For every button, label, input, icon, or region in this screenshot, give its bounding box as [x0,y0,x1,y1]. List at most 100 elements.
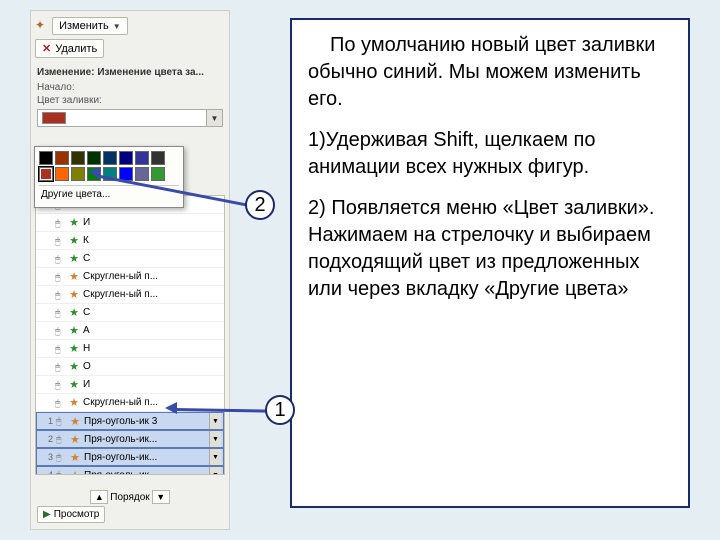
color-swatch[interactable] [151,151,165,165]
color-swatch[interactable] [119,151,133,165]
delete-button[interactable]: ✕ Удалить [35,39,104,58]
mouse-icon: 🖱 [55,254,65,264]
color-swatch[interactable] [71,167,85,181]
item-dropdown-arrow[interactable]: ▼ [209,413,221,429]
instruction-intro: По умолчанию новый цвет заливки обычно с… [308,32,672,113]
effect-type-icon: ★ [68,361,80,373]
item-label: Пря-оуголь-ик... [84,452,206,463]
effect-type-icon: ★ [68,307,80,319]
effect-type-icon: ★ [68,217,80,229]
play-label: Просмотр [54,509,100,520]
item-label: И [83,217,222,228]
animation-item[interactable]: 🖱★Скруглен-ый п... [36,268,224,286]
toolbar: ✦ Изменить ▼ ✕ Удалить [31,11,229,64]
item-label: О [83,361,222,372]
item-number: 1 [39,416,53,426]
effect-type-icon: ★ [68,379,80,391]
item-dropdown-arrow[interactable]: ▼ [209,449,221,465]
item-number: 4 [39,470,53,475]
color-swatch[interactable] [103,151,117,165]
bottom-bar: ▲ Порядок ▼ ▶ Просмотр [31,490,229,523]
item-dropdown-arrow[interactable]: ▼ [209,467,221,475]
effect-type-icon: ★ [68,235,80,247]
effect-type-icon: ★ [69,469,81,475]
item-label: А [83,325,222,336]
mouse-icon: 🖱 [56,434,66,444]
mouse-icon: 🖱 [56,452,66,462]
color-swatch[interactable] [71,151,85,165]
item-label: С [83,307,222,318]
effect-type-icon: ★ [68,253,80,265]
color-swatch[interactable] [87,151,101,165]
item-dropdown-arrow[interactable]: ▼ [209,431,221,447]
color-swatch[interactable] [55,151,69,165]
color-swatch[interactable] [39,167,53,181]
play-icon: ▶ [43,509,51,520]
animation-list: 🖱★Н🖱★И🖱★К🖱★С🖱★Скруглен-ый п...🖱★Скруглен… [35,195,225,475]
move-up-button[interactable]: ▲ [90,490,108,504]
item-label: Пря-оуголь-ик 3 [84,416,206,427]
effect-type-icon: ★ [68,343,80,355]
move-down-button[interactable]: ▼ [152,490,170,504]
item-label: Скруглен-ый п... [83,289,222,300]
animation-item[interactable]: 🖱★А [36,322,224,340]
callout-1: 1 [265,395,295,425]
item-label: Пря-оуголь-ик... [84,434,206,445]
color-swatch[interactable] [151,167,165,181]
item-label: И [83,379,222,390]
animation-item[interactable]: 4🖱★Пря-оуголь-ик...▼ [36,466,224,475]
animation-item[interactable]: 1🖱★Пря-оуголь-ик 3▼ [36,412,224,430]
fill-color-field[interactable]: ▼ [37,109,223,127]
effect-type-icon: ★ [69,451,81,463]
item-label: К [83,235,222,246]
mouse-icon: 🖱 [55,344,65,354]
change-button-row: ✦ Изменить ▼ [35,15,225,37]
effect-icon: ✦ [35,18,49,32]
mouse-icon: 🖱 [55,272,65,282]
mouse-icon: 🖱 [56,470,66,475]
mouse-icon: 🖱 [55,236,65,246]
item-label: Скруглен-ый п... [83,397,222,408]
animation-pane: ✦ Изменить ▼ ✕ Удалить Изменение: Измене… [30,10,230,530]
animation-item[interactable]: 2🖱★Пря-оуголь-ик...▼ [36,430,224,448]
instruction-box: По умолчанию новый цвет заливки обычно с… [290,18,690,508]
animation-item[interactable]: 3🖱★Пря-оуголь-ик...▼ [36,448,224,466]
color-swatch[interactable] [55,167,69,181]
item-label: Скруглен-ый п... [83,271,222,282]
mouse-icon: 🖱 [55,308,65,318]
animation-item[interactable]: 🖱★С [36,304,224,322]
animation-item[interactable]: 🖱★К [36,232,224,250]
mouse-icon: 🖱 [55,398,65,408]
color-swatch[interactable] [39,151,53,165]
mouse-icon: 🖱 [55,218,65,228]
animation-item[interactable]: 🖱★О [36,358,224,376]
callout-2: 2 [245,190,275,220]
mouse-icon: 🖱 [55,362,65,372]
color-swatch[interactable] [135,151,149,165]
color-dropdown-arrow[interactable]: ▼ [206,110,222,126]
arrow-1-head [165,402,177,414]
animation-item[interactable]: 🖱★Скруглен-ый п... [36,286,224,304]
change-button[interactable]: Изменить ▼ [52,17,128,35]
mouse-icon: 🖱 [55,326,65,336]
item-number: 2 [39,434,53,444]
item-label: С [83,253,222,264]
animation-item[interactable]: 🖱★Н [36,340,224,358]
play-button[interactable]: ▶ Просмотр [37,506,105,523]
delete-label: Удалить [55,43,97,55]
delete-icon: ✕ [42,42,51,55]
mouse-icon: 🖱 [56,416,66,426]
section-title: Изменение: Изменение цвета за... [31,64,229,81]
mouse-icon: 🖱 [55,380,65,390]
change-label: Изменить [59,20,109,32]
animation-item[interactable]: 🖱★И [36,214,224,232]
effect-type-icon: ★ [68,271,80,283]
fill-color-label: Цвет заливки: [31,94,229,107]
animation-item[interactable]: 🖱★С [36,250,224,268]
animation-item[interactable]: 🖱★И [36,376,224,394]
color-swatch[interactable] [135,167,149,181]
effect-type-icon: ★ [68,289,80,301]
reorder-controls: ▲ Порядок ▼ [37,490,223,504]
effect-type-icon: ★ [69,433,81,445]
item-number: 3 [39,452,53,462]
